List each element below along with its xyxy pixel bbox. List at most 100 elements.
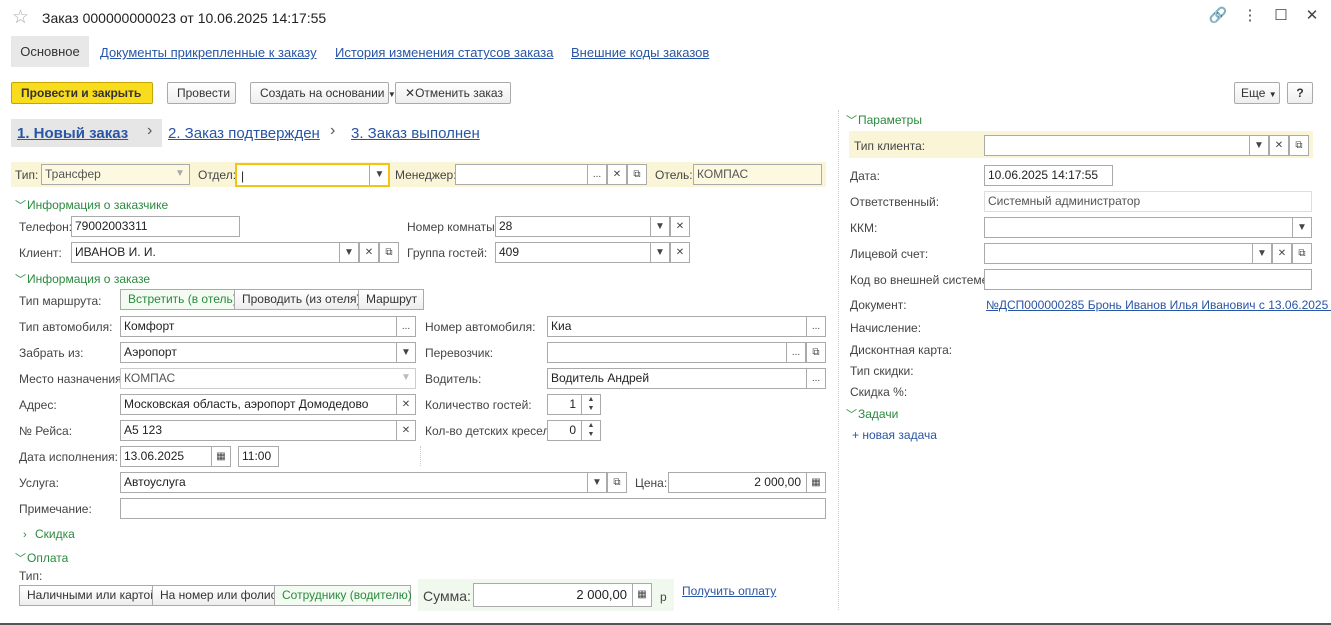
more-button[interactable]: Еще ▼ <box>1234 82 1280 104</box>
destination-field[interactable]: КОМПАС ▼ <box>120 368 416 389</box>
clear-icon[interactable]: ✕ <box>396 395 415 414</box>
flight-input[interactable]: А5 123 ✕ <box>120 420 416 441</box>
section-discount-label: Скидка <box>35 527 75 541</box>
manager-input[interactable]: ... ✕ ⧉ <box>455 164 647 185</box>
step-new-order[interactable]: 1. Новый заказ <box>17 125 128 142</box>
chevron-down-icon[interactable]: ▼ <box>369 165 388 185</box>
section-tasks[interactable]: ﹀Задачи <box>846 406 898 422</box>
section-payment[interactable]: ﹀Оплата <box>15 550 68 566</box>
create-based-button[interactable]: Создать на основании ▼ <box>250 82 396 104</box>
client-type-input[interactable]: ▼ ✕ ⧉ <box>984 135 1309 156</box>
open-icon[interactable]: ⧉ <box>1289 136 1308 155</box>
ellipsis-icon[interactable]: ... <box>396 317 415 336</box>
stepper-icon[interactable]: ▲ ▼ <box>581 421 600 440</box>
phone-input[interactable]: 79002003311 <box>71 216 240 237</box>
ellipsis-icon[interactable]: ... <box>806 317 825 336</box>
room-input[interactable]: 28 ▼ ✕ <box>495 216 690 237</box>
link-icon[interactable]: 🔗 <box>1208 6 1228 24</box>
clear-icon[interactable]: ✕ <box>670 217 689 236</box>
note-input[interactable] <box>120 498 826 519</box>
sum-input[interactable]: 2 000,00 ▦ <box>473 583 652 607</box>
tab-documents[interactable]: Документы прикрепленные к заказу <box>100 45 317 60</box>
group-input[interactable]: 409 ▼ ✕ <box>495 242 690 263</box>
new-task-link[interactable]: + новая задача <box>852 428 937 442</box>
exec-date-input[interactable]: 13.06.2025 ▦ <box>120 446 231 467</box>
driver-input[interactable]: Водитель Андрей... <box>547 368 826 389</box>
clear-icon[interactable]: ✕ <box>1272 244 1292 263</box>
address-input[interactable]: Московская область, аэропорт Домодедово ✕ <box>120 394 416 415</box>
price-input[interactable]: 2 000,00 ▦ <box>668 472 826 493</box>
tab-status-history[interactable]: История изменения статусов заказа <box>335 45 553 60</box>
calendar-icon[interactable]: ▦ <box>211 447 230 466</box>
type-field[interactable]: Трансфер ▼ <box>41 164 190 185</box>
clear-icon[interactable]: ✕ <box>396 421 415 440</box>
ext-code-input[interactable] <box>984 269 1312 290</box>
payment-cash-option[interactable]: Наличными или картой <box>19 585 157 606</box>
post-and-close-button[interactable]: Провести и закрыть <box>11 82 153 104</box>
service-input[interactable]: Автоуслуга ▼ ⧉ <box>120 472 627 493</box>
clear-icon[interactable]: ✕ <box>670 243 689 262</box>
tab-external-codes[interactable]: Внешние коды заказов <box>571 45 709 60</box>
payment-folio-option[interactable]: На номер или фолио <box>152 585 277 606</box>
open-icon[interactable]: ⧉ <box>1292 244 1311 263</box>
calculator-icon[interactable]: ▦ <box>632 584 651 606</box>
ellipsis-icon[interactable]: ... <box>806 369 825 388</box>
ellipsis-icon[interactable]: ... <box>786 343 806 362</box>
route-meet-option[interactable]: Встретить (в отель) <box>120 289 237 310</box>
maximize-icon[interactable]: ☐ <box>1271 6 1291 24</box>
pickup-input[interactable]: Аэропорт ▼ <box>120 342 416 363</box>
open-icon[interactable]: ⧉ <box>806 343 825 362</box>
cancel-order-button[interactable]: ✕Отменить заказ <box>395 82 511 104</box>
more-icon[interactable]: ⋮ <box>1240 6 1260 24</box>
kkm-input[interactable]: ▼ <box>984 217 1312 238</box>
payment-driver-option[interactable]: Сотруднику (водителю) <box>274 585 412 606</box>
client-input[interactable]: ИВАНОВ И. И. ▼ ✕ ⧉ <box>71 242 399 263</box>
section-order[interactable]: ﹀Информация о заказе <box>15 271 150 287</box>
close-icon[interactable]: ✕ <box>1302 6 1322 24</box>
chevron-down-icon[interactable]: ▼ <box>396 343 415 362</box>
ellipsis-icon[interactable]: ... <box>587 165 607 184</box>
chevron-down-icon: ﹀ <box>846 409 857 421</box>
create-based-label: Создать на основании <box>260 86 385 100</box>
document-link[interactable]: №ДСП000000285 Бронь Иванов Илья Иванович… <box>986 298 1331 312</box>
stepper-icon[interactable]: ▲ ▼ <box>581 395 600 414</box>
clear-icon[interactable]: ✕ <box>359 243 379 262</box>
open-icon[interactable]: ⧉ <box>607 473 626 492</box>
chevron-down-icon[interactable]: ▼ <box>650 243 670 262</box>
chevron-down-icon[interactable]: ▼ <box>339 243 359 262</box>
section-discount[interactable]: › Скидка <box>23 527 75 541</box>
car-type-input[interactable]: Комфорт... <box>120 316 416 337</box>
get-payment-link[interactable]: Получить оплату <box>682 584 776 598</box>
responsible-field[interactable]: Системный администратор <box>984 191 1312 212</box>
date-input[interactable]: 10.06.2025 14:17:55 <box>984 165 1113 186</box>
route-route-option[interactable]: Маршрут <box>358 289 424 310</box>
clear-icon[interactable]: ✕ <box>607 165 627 184</box>
step-completed[interactable]: 3. Заказ выполнен <box>351 125 480 142</box>
calculator-icon[interactable]: ▦ <box>806 473 825 492</box>
chevron-down-icon[interactable]: ▼ <box>1292 218 1311 237</box>
post-button[interactable]: Провести <box>167 82 236 104</box>
step-confirmed[interactable]: 2. Заказ подтвержден <box>168 125 320 142</box>
hotel-field[interactable]: КОМПАС <box>693 164 822 185</box>
clear-icon[interactable]: ✕ <box>1269 136 1289 155</box>
help-button[interactable]: ? <box>1287 82 1313 104</box>
car-number-input[interactable]: Киа... <box>547 316 826 337</box>
chevron-down-icon[interactable]: ▼ <box>1252 244 1272 263</box>
chevron-down-icon[interactable]: ▼ <box>650 217 670 236</box>
dept-input[interactable]: | ▼ <box>235 163 390 187</box>
section-params[interactable]: ﹀Параметры <box>846 112 922 128</box>
guests-count-input[interactable]: 1 ▲ ▼ <box>547 394 601 415</box>
carrier-input[interactable]: ... ⧉ <box>547 342 826 363</box>
child-seats-input[interactable]: 0 ▲ ▼ <box>547 420 601 441</box>
exec-time-input[interactable]: 11:00 <box>238 446 279 467</box>
section-customer[interactable]: ﹀Информация о заказчике <box>15 197 168 213</box>
route-see-off-option[interactable]: Проводить (из отеля) <box>234 289 361 310</box>
open-icon[interactable]: ⧉ <box>379 243 398 262</box>
favorite-star-icon[interactable]: ☆ <box>12 6 29 29</box>
open-icon[interactable]: ⧉ <box>627 165 646 184</box>
chevron-down-icon[interactable]: ▼ <box>587 473 607 492</box>
chevron-down-icon[interactable]: ▼ <box>1249 136 1269 155</box>
account-input[interactable]: ▼ ✕ ⧉ <box>984 243 1312 264</box>
tab-main[interactable]: Основное <box>11 36 89 67</box>
chevron-down-icon: ﹀ <box>846 115 857 127</box>
